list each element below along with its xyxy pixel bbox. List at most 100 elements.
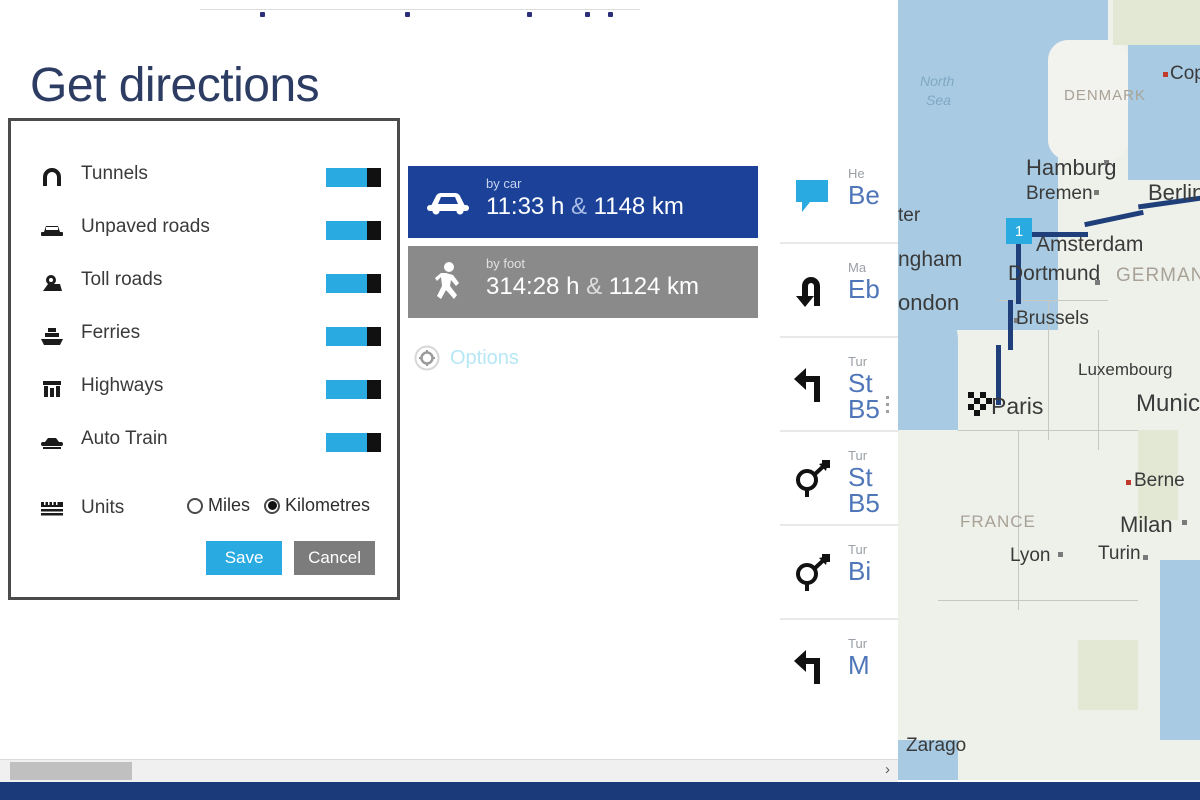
toggle-unpaved-roads[interactable] bbox=[326, 221, 381, 240]
options-list: Tunnels Unpaved roads Toll roads Ferries… bbox=[39, 151, 385, 539]
map-label: Turin bbox=[1098, 543, 1141, 564]
option-row-unpaved-roads[interactable]: Unpaved roads bbox=[39, 204, 385, 257]
map-label: Lyon bbox=[1010, 545, 1051, 566]
unpaved-road-icon bbox=[39, 218, 65, 242]
map-label: FRANCE bbox=[960, 512, 1036, 531]
option-label: Tunnels bbox=[81, 163, 148, 184]
cancel-button[interactable]: Cancel bbox=[294, 541, 375, 575]
radio-label: Kilometres bbox=[285, 495, 371, 515]
toggle-thumb bbox=[367, 380, 381, 399]
direction-heading: Tur bbox=[848, 542, 868, 557]
direction-item[interactable]: 3 Tur St B5 bbox=[780, 432, 898, 526]
radio-kilometres[interactable]: Kilometres bbox=[264, 495, 370, 516]
directions-list[interactable]: He Be Ma Eb Tur St B5 3 Tur St B5 3 Tur … bbox=[780, 150, 898, 710]
top-strip bbox=[0, 0, 898, 22]
options-link-label: Options bbox=[450, 346, 519, 369]
direction-heading: Ma bbox=[848, 260, 867, 275]
ferry-icon bbox=[39, 324, 65, 348]
map-label: Berlin bbox=[1148, 180, 1200, 205]
map-label: ter bbox=[898, 205, 921, 226]
direction-item[interactable]: He Be bbox=[780, 150, 898, 244]
map-label: Berne bbox=[1134, 470, 1185, 491]
option-label: Unpaved roads bbox=[81, 216, 210, 237]
route-card-by-car[interactable]: by car 11:33 h & 1148 km bbox=[408, 166, 758, 238]
radio-indicator bbox=[264, 497, 281, 514]
route-mode-label: by car bbox=[486, 176, 522, 191]
map-label: Zarago bbox=[906, 735, 967, 756]
direction-heading: He bbox=[848, 166, 865, 181]
taskbar bbox=[0, 782, 1200, 800]
option-label: Toll roads bbox=[81, 269, 163, 290]
option-row-highways[interactable]: Highways bbox=[39, 363, 385, 416]
route-separator: & bbox=[570, 193, 587, 220]
map-label: DENMARK bbox=[1064, 87, 1147, 104]
route-distance: 1124 km bbox=[608, 273, 700, 300]
option-row-auto-train[interactable]: Auto Train bbox=[39, 416, 385, 469]
toggle-thumb bbox=[367, 327, 381, 346]
route-mode-label: by foot bbox=[486, 256, 526, 271]
option-row-tunnels[interactable]: Tunnels bbox=[39, 151, 385, 204]
options-link[interactable]: Options bbox=[414, 345, 519, 371]
map-label: ondon bbox=[898, 290, 960, 315]
scroll-right-arrow-icon[interactable]: › bbox=[885, 761, 890, 778]
turn-left-icon bbox=[788, 360, 836, 408]
direction-heading: Tur bbox=[848, 354, 868, 369]
direction-item[interactable]: Tur M bbox=[780, 620, 898, 710]
direction-item[interactable]: 3 Tur Bi bbox=[780, 526, 898, 620]
save-button[interactable]: Save bbox=[206, 541, 283, 575]
toll-road-icon bbox=[39, 271, 65, 295]
option-label: Highways bbox=[81, 375, 164, 396]
roundabout-3rd-exit-icon: 3 bbox=[788, 454, 836, 502]
route-distance: 1148 km bbox=[593, 193, 684, 220]
map-label: Milan bbox=[1120, 512, 1173, 537]
car-icon bbox=[424, 180, 472, 224]
option-row-ferries[interactable]: Ferries bbox=[39, 310, 385, 363]
toggle-thumb bbox=[367, 168, 381, 187]
map-label: Amsterdam bbox=[1036, 233, 1144, 256]
option-row-toll-roads[interactable]: Toll roads bbox=[39, 257, 385, 310]
map-label: Bremen bbox=[1026, 183, 1093, 204]
route-duration: 314:28 h bbox=[486, 273, 580, 300]
direction-text-road: B5 bbox=[848, 488, 880, 518]
toggle-tunnels[interactable] bbox=[326, 168, 381, 187]
horizontal-scrollbar[interactable]: › bbox=[0, 759, 898, 782]
route-stats: 314:28 h & 1124 km bbox=[486, 273, 699, 301]
scrollbar-thumb[interactable] bbox=[10, 762, 132, 780]
route-marker-1[interactable]: 1 bbox=[1006, 218, 1032, 244]
map-label: Luxembourg bbox=[1078, 360, 1173, 379]
u-turn-icon bbox=[788, 266, 836, 314]
map-label: GERMAN bbox=[1116, 265, 1200, 286]
map-label: Cop bbox=[1170, 63, 1200, 84]
radio-indicator bbox=[187, 497, 203, 514]
toggle-ferries[interactable] bbox=[326, 327, 381, 346]
options-dialog: Tunnels Unpaved roads Toll roads Ferries… bbox=[8, 118, 400, 600]
radio-miles[interactable]: Miles bbox=[187, 495, 250, 516]
dialog-buttons: Save Cancel bbox=[206, 541, 375, 575]
route-separator: & bbox=[586, 273, 603, 300]
units-radio-group: Miles Kilometres bbox=[187, 495, 370, 516]
top-dot bbox=[585, 12, 590, 17]
toggle-toll-roads[interactable] bbox=[326, 274, 381, 293]
top-divider bbox=[200, 9, 640, 10]
turn-left-icon bbox=[788, 642, 836, 690]
map-panel[interactable]: 1 North Sea DENMARK Cop Hamburg Bremen Berlin t… bbox=[898, 0, 1200, 780]
map-label: Paris bbox=[991, 393, 1044, 419]
map-label: Munic bbox=[1136, 390, 1200, 417]
toggle-highways[interactable] bbox=[326, 380, 381, 399]
top-dot bbox=[527, 12, 532, 17]
option-label: Auto Train bbox=[81, 428, 168, 449]
route-stats: 11:33 h & 1148 km bbox=[486, 193, 684, 221]
map-label: North bbox=[920, 73, 955, 89]
svg-text:3: 3 bbox=[804, 476, 809, 486]
route-card-by-foot[interactable]: by foot 314:28 h & 1124 km bbox=[408, 246, 758, 318]
top-dot bbox=[260, 12, 265, 17]
direction-item[interactable]: Tur St B5 bbox=[780, 338, 898, 432]
direction-item[interactable]: Ma Eb bbox=[780, 244, 898, 338]
top-dot bbox=[405, 12, 410, 17]
svg-text:3: 3 bbox=[804, 570, 809, 580]
toggle-auto-train[interactable] bbox=[326, 433, 381, 452]
auto-train-icon bbox=[39, 430, 65, 454]
toggle-thumb bbox=[367, 221, 381, 240]
direction-text: Bi bbox=[848, 556, 872, 586]
direction-text: Eb bbox=[848, 274, 880, 304]
